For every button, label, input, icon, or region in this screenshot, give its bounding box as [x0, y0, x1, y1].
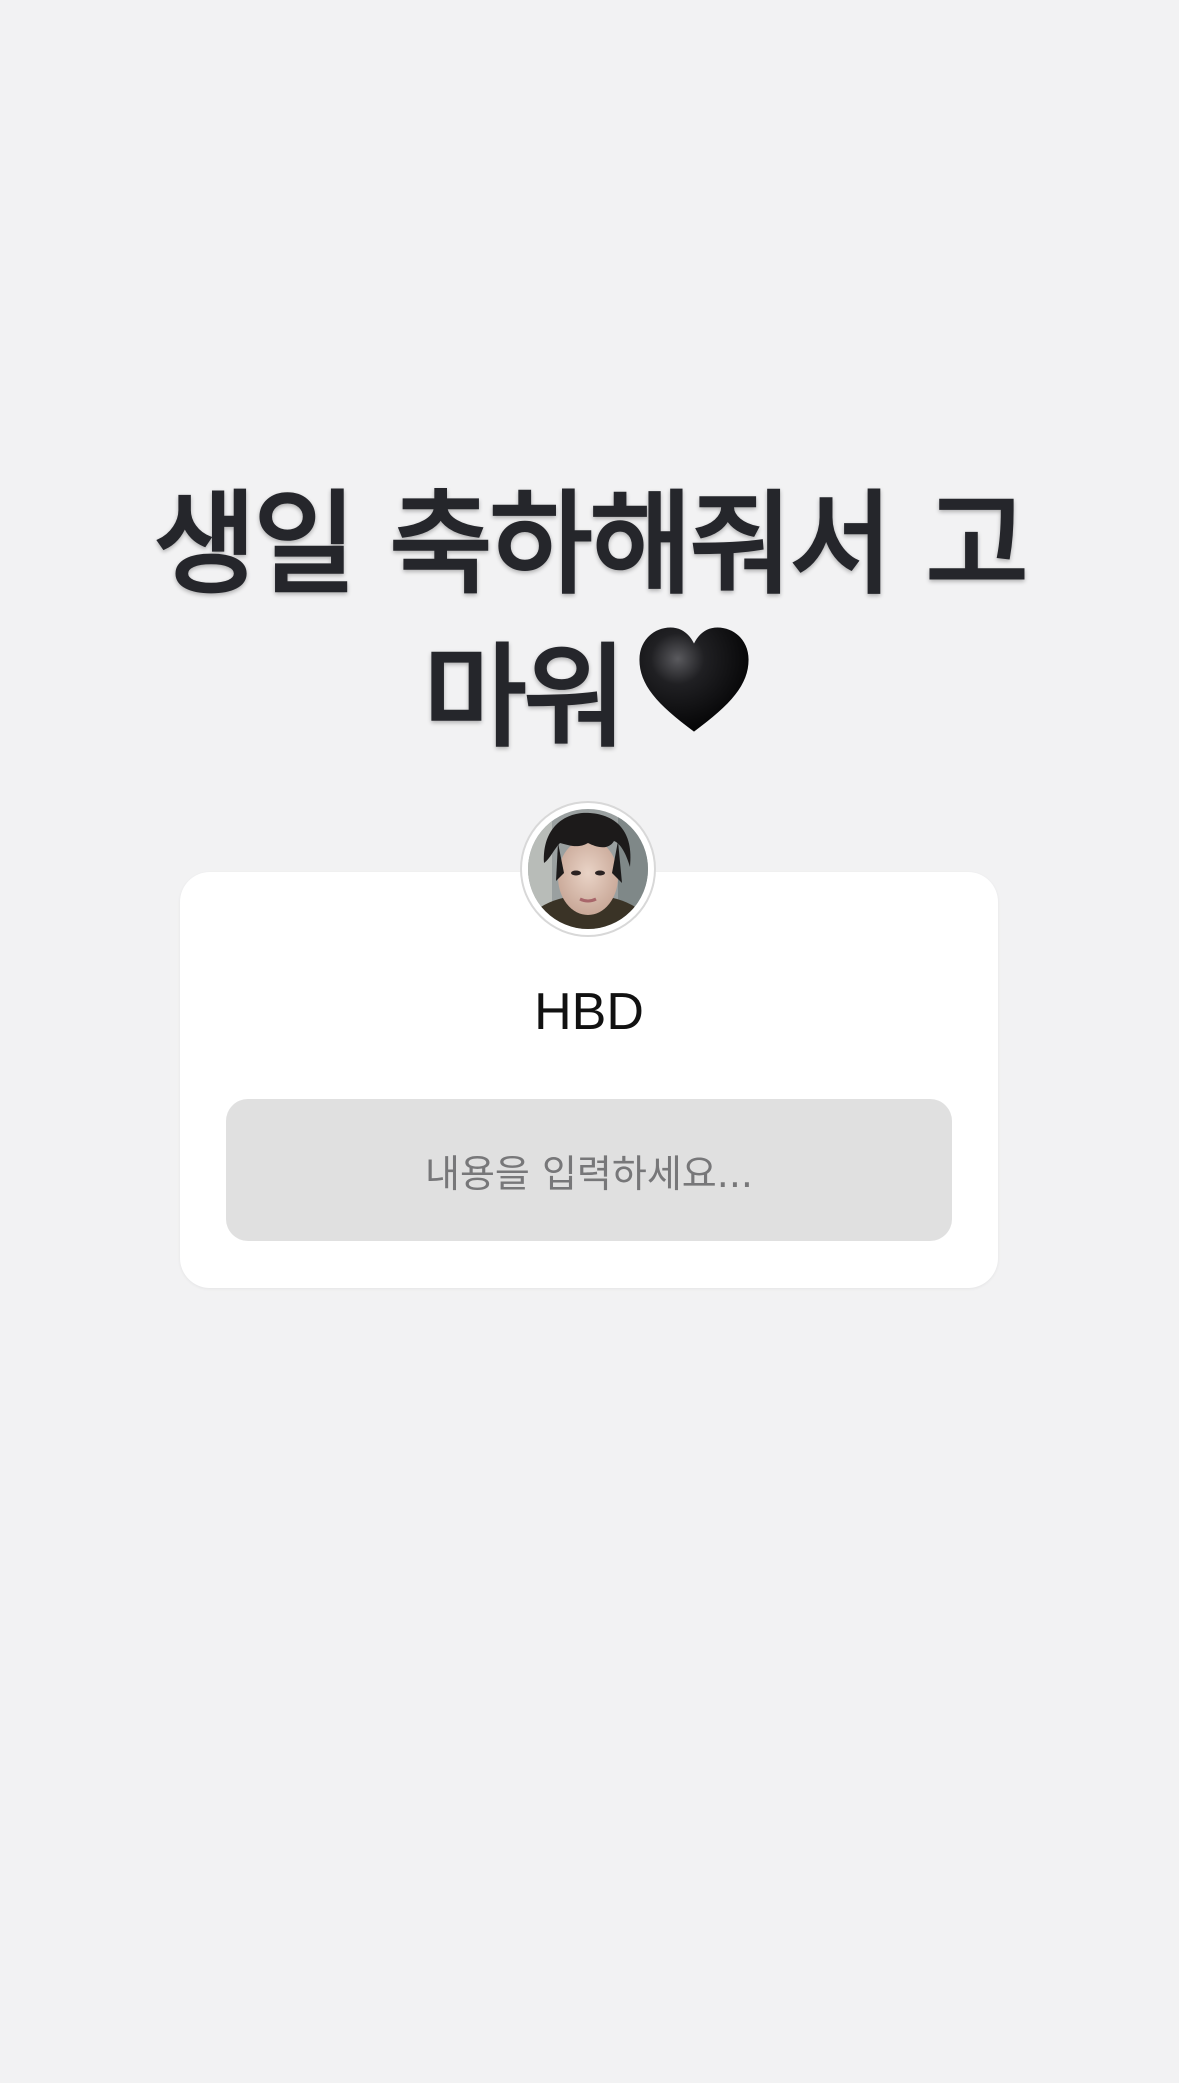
- story-headline-text: 생일 축하해줘서 고 마워: [0, 470, 1179, 773]
- black-heart-icon: [638, 627, 749, 732]
- headline-line-2-text: 마워: [423, 633, 626, 763]
- answer-input[interactable]: 내용을 입력하세요...: [226, 1099, 952, 1241]
- answer-input-placeholder: 내용을 입력하세요...: [425, 1151, 753, 1196]
- profile-avatar: [522, 803, 654, 935]
- profile-photo-icon: [524, 805, 652, 933]
- question-title: HBD: [534, 983, 644, 1041]
- headline-line-1: 생일 축하해줘서 고: [153, 480, 1028, 610]
- headline-line-2: 마워: [0, 620, 1179, 773]
